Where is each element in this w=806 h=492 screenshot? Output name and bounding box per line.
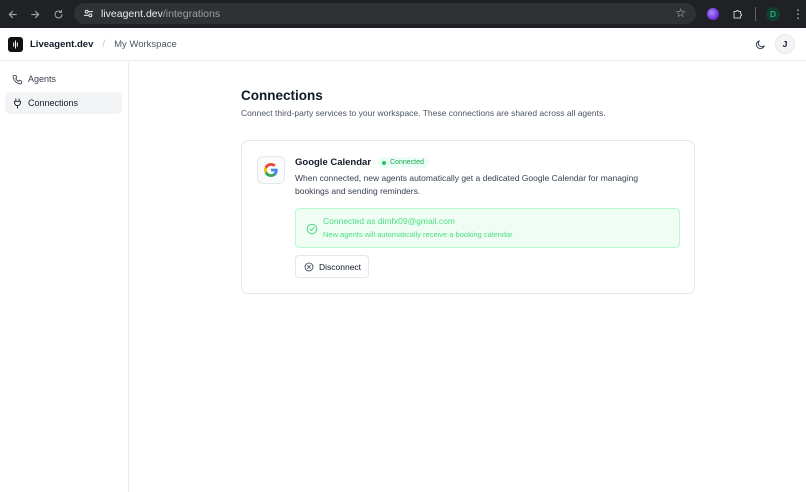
connected-account-text: Connected as dimfx09@gmail.com: [323, 216, 455, 226]
extension-orb-icon[interactable]: [707, 8, 719, 20]
liveagent-logo-icon[interactable]: [8, 36, 23, 52]
service-name: Google Calendar: [295, 157, 372, 168]
url-path: /integrations: [162, 7, 221, 20]
disconnect-button-label: Disconnect: [319, 261, 362, 272]
page-title: Connections: [241, 88, 323, 103]
brand-name[interactable]: Liveagent.dev: [30, 39, 93, 50]
sidebar: Agents Connections: [0, 62, 129, 492]
profile-avatar[interactable]: D: [766, 7, 780, 21]
back-arrow-icon[interactable]: [3, 5, 21, 23]
address-bar[interactable]: liveagent.dev/integrations ☆: [74, 3, 696, 24]
check-circle-icon: [305, 222, 318, 235]
browser-menu-icon[interactable]: ⋮: [792, 7, 804, 21]
page-description: Connect third-party services to your wor…: [241, 108, 606, 118]
plug-icon: [12, 97, 23, 109]
theme-toggle-moon-icon[interactable]: [753, 37, 767, 51]
extensions-puzzle-icon[interactable]: [731, 7, 745, 21]
url-text: liveagent.dev/integrations: [101, 8, 220, 20]
user-avatar[interactable]: J: [775, 34, 795, 54]
extensions-area: D ⋮: [704, 0, 804, 28]
status-badge-label: Connected: [390, 159, 424, 166]
disconnect-button[interactable]: Disconnect: [295, 255, 369, 278]
bookmark-star-icon[interactable]: ☆: [675, 6, 686, 20]
connected-account-alert: Connected as dimfx09@gmail.com New agent…: [295, 208, 680, 248]
sidebar-item-agents[interactable]: Agents: [5, 68, 122, 90]
sidebar-item-label: Connections: [28, 98, 79, 108]
app-header: Liveagent.dev / My Workspace J: [0, 28, 806, 61]
status-dot: [382, 160, 386, 165]
browser-toolbar: liveagent.dev/integrations ☆ D ⋮: [0, 0, 806, 28]
sidebar-item-label: Agents: [28, 74, 57, 84]
google-calendar-connection-card: Google Calendar Connected When connected…: [241, 140, 695, 294]
workspace-name[interactable]: My Workspace: [114, 39, 177, 50]
service-description: When connected, new agents automatically…: [295, 173, 639, 196]
connected-account-subtext: New agents will automatically receive a …: [323, 230, 513, 239]
site-settings-icon[interactable]: [81, 7, 95, 21]
reload-icon[interactable]: [49, 5, 67, 23]
toolbar-divider: [755, 7, 756, 21]
phone-icon: [12, 74, 23, 85]
google-logo-icon: [257, 156, 285, 184]
url-host: liveagent.dev: [101, 7, 163, 20]
status-badge: Connected: [377, 157, 429, 168]
forward-arrow-icon[interactable]: [26, 5, 44, 23]
sidebar-item-connections[interactable]: Connections: [5, 92, 122, 114]
x-circle-icon: [304, 262, 314, 272]
breadcrumb-separator: /: [102, 38, 106, 50]
